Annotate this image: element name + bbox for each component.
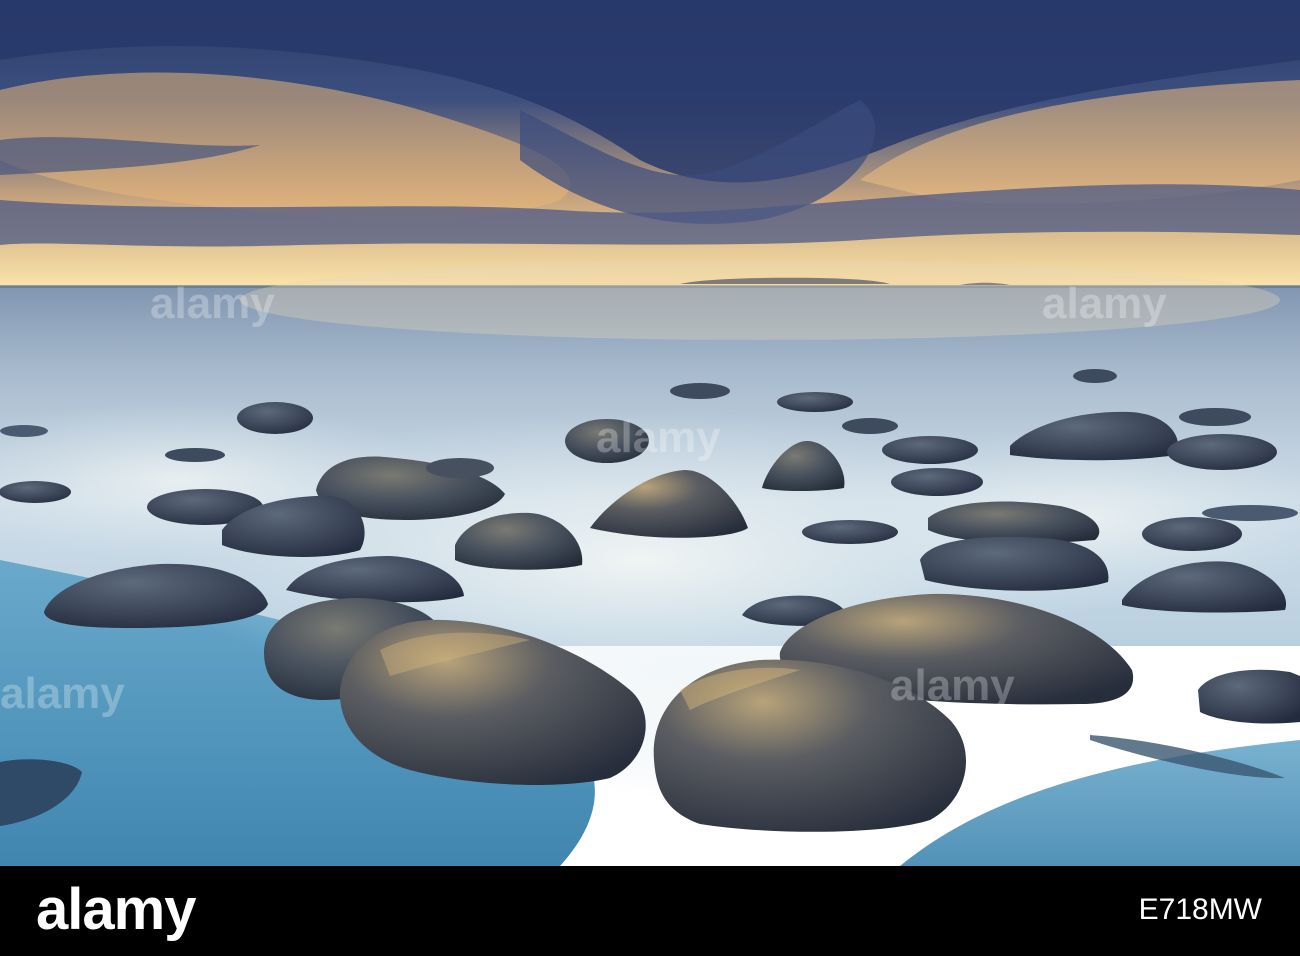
rock <box>237 402 313 434</box>
rock <box>1202 505 1298 521</box>
rock <box>1073 369 1117 383</box>
image-id-label: E718MW <box>1138 893 1262 926</box>
rock <box>891 468 983 496</box>
watermark-text: alamy <box>0 669 125 718</box>
rock <box>0 425 48 437</box>
footer-bar: alamy E718MW <box>0 866 1300 956</box>
rock <box>777 392 853 412</box>
watermark-text: alamy <box>890 661 1015 710</box>
rock <box>882 436 978 464</box>
rock <box>670 383 730 399</box>
alamy-logo: alamy <box>36 877 196 942</box>
rock <box>0 481 71 503</box>
watermark-text: alamy <box>1042 279 1167 328</box>
rock <box>842 418 898 434</box>
watermark-text: alamy <box>150 279 275 328</box>
rock <box>1142 517 1242 551</box>
stage: alamy alamy alamy alamy alamy alamy E718… <box>0 0 1300 956</box>
rock <box>1179 408 1251 426</box>
rock <box>165 448 225 462</box>
seascape-photo: alamy alamy alamy alamy alamy <box>0 0 1300 866</box>
rock <box>802 520 898 544</box>
rock <box>1198 669 1300 724</box>
watermark-text: alamy <box>596 413 721 462</box>
rock <box>1167 434 1277 470</box>
rock <box>426 458 494 478</box>
